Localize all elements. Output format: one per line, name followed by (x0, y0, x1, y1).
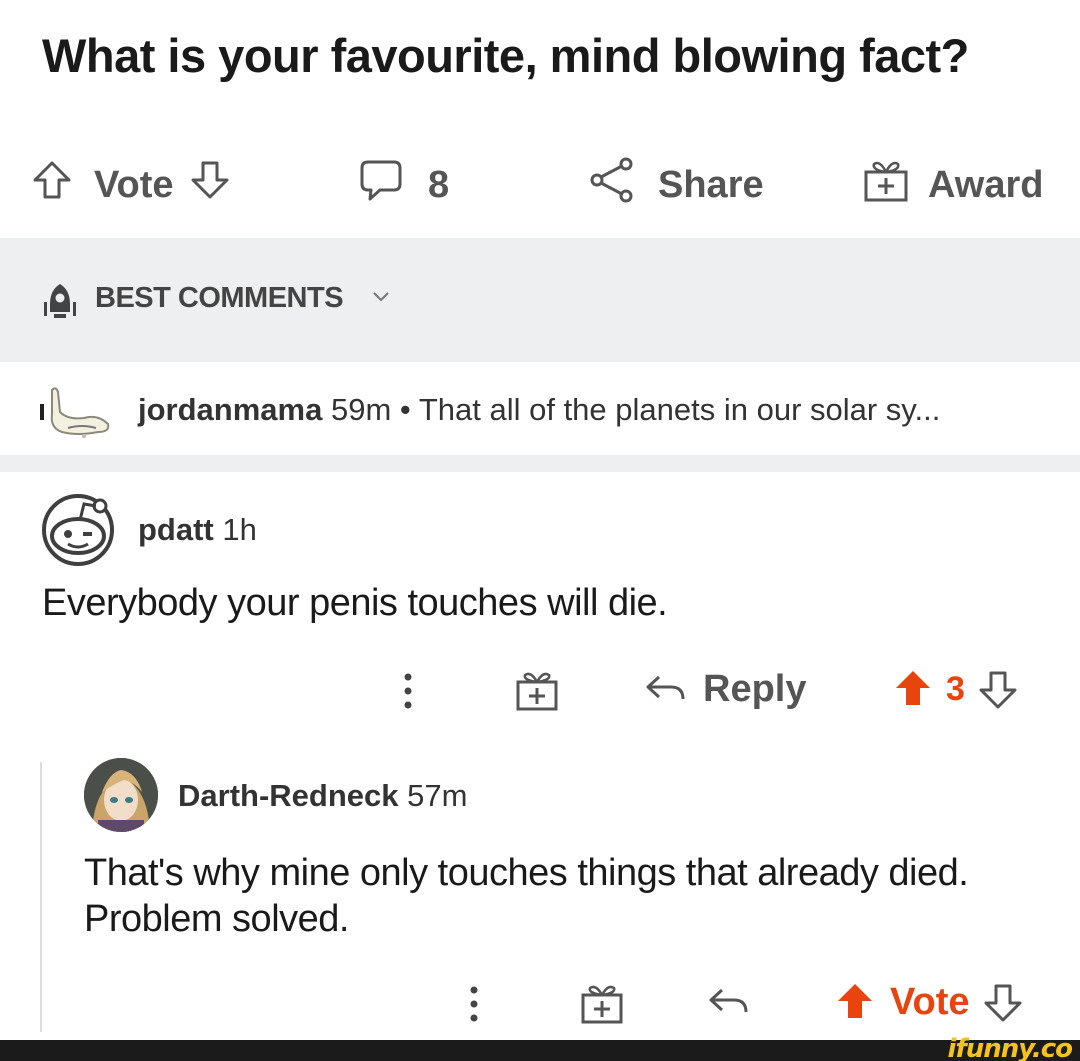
post-title: What is your favourite, mind blowing fac… (42, 29, 969, 82)
comment-time: 59m (330, 392, 392, 427)
post-action-bar: Vote 8 Share Award (0, 150, 1080, 220)
footer-bar (0, 1040, 1080, 1061)
comment-action-bar: Reply 3 (0, 655, 1080, 725)
downvote-icon[interactable] (977, 667, 1019, 711)
upvote-filled-icon[interactable] (892, 667, 934, 711)
more-options-icon[interactable] (398, 669, 418, 713)
watermark-logo: ifunny.co (947, 1034, 1073, 1061)
downvote-icon[interactable] (982, 980, 1024, 1024)
comment-body: That's why mine only touches things that… (84, 852, 969, 940)
reply-button[interactable]: Reply (643, 667, 806, 711)
share-button[interactable]: Share (588, 150, 764, 220)
comment-time: 1h (222, 512, 257, 547)
avatar[interactable] (38, 490, 118, 575)
comment-username[interactable]: pdatt (138, 512, 214, 547)
avatar[interactable] (84, 758, 158, 832)
reply-arrow-icon (646, 675, 685, 700)
comment-preview: That all of the planets in our solar sy.… (418, 392, 941, 427)
share-icon (588, 156, 636, 214)
award-gift-icon[interactable] (515, 668, 559, 712)
share-label: Share (658, 163, 764, 206)
comment-bubble-icon (358, 157, 404, 213)
award-gift-icon (862, 156, 910, 214)
award-label: Award (928, 163, 1044, 206)
section-divider (0, 455, 1080, 472)
award-button[interactable]: Award (862, 150, 1043, 220)
vote-label: Vote (94, 163, 174, 206)
collapsed-comment[interactable]: jordanmama 59m • That all of the planets… (0, 370, 1080, 452)
comment-count: 8 (428, 163, 450, 206)
reply-arrow-icon[interactable] (706, 980, 750, 1024)
upvote-icon[interactable] (30, 158, 74, 212)
comment-username[interactable]: Darth-Redneck (178, 778, 399, 813)
comment-action-bar: Vote (0, 970, 1080, 1036)
comment-username[interactable]: jordanmama (138, 392, 322, 427)
sort-label: BEST COMMENTS (95, 282, 344, 314)
vote-group: Vote (30, 150, 232, 220)
rocket-icon (40, 282, 80, 327)
upvote-filled-icon[interactable] (834, 980, 876, 1024)
sort-bar[interactable]: BEST COMMENTS (0, 238, 1080, 362)
comments-button[interactable]: 8 (358, 150, 449, 220)
vote-label: Vote (890, 980, 970, 1023)
chevron-down-icon (372, 290, 390, 308)
vote-group: 3 (892, 667, 1019, 711)
separator-dot: • (399, 392, 411, 427)
avatar (38, 384, 114, 445)
reply-label: Reply (703, 667, 807, 710)
score: 3 (946, 669, 965, 708)
vote-group: Vote (834, 980, 1024, 1024)
downvote-icon[interactable] (188, 158, 232, 212)
comment-time: 57m (407, 778, 468, 813)
more-options-icon[interactable] (464, 982, 484, 1026)
comment-body: Everybody your penis touches will die. (42, 582, 668, 624)
award-gift-icon[interactable] (580, 981, 624, 1025)
